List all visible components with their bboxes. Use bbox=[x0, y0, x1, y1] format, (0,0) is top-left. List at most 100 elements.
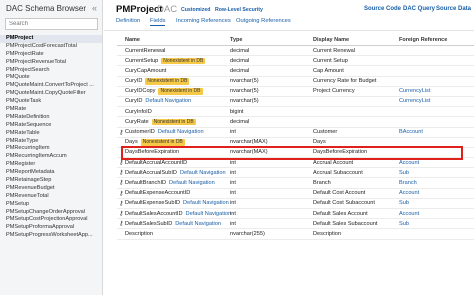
field-name-cell: CuryID Nonexistent in DB bbox=[125, 78, 190, 85]
tab-definition[interactable]: Definition bbox=[116, 18, 140, 24]
table-row[interactable]: Description nvarchar(255) Description bbox=[117, 229, 474, 240]
table-row[interactable]: ⚷ DefaultAccrualSubID Default Navigation in… bbox=[117, 168, 474, 179]
field-name: CuryID bbox=[125, 98, 143, 105]
default-navigation-link[interactable]: Default Navigation bbox=[169, 180, 215, 186]
table-row[interactable]: CurrentRenewal decimal Current Renewal bbox=[117, 46, 474, 57]
table-row[interactable]: CuryID Nonexistent in DB nvarchar(5) Curren… bbox=[117, 77, 474, 87]
sidebar-item[interactable]: PMSetup bbox=[0, 201, 102, 209]
field-name-cell: DefaultExpenseSubID Default Navigation bbox=[125, 200, 229, 206]
table-row[interactable]: ⚷ DefaultExpenseAccountID int Default Cost … bbox=[117, 189, 474, 199]
table-row[interactable]: CuryCapAmount decimal Cap Amount bbox=[117, 66, 474, 77]
foreign-reference-link[interactable]: Account bbox=[399, 160, 419, 166]
sidebar-item[interactable]: PMQuote bbox=[0, 74, 102, 82]
column-header-foreign-reference[interactable]: Foreign Reference bbox=[399, 37, 447, 43]
sidebar-item[interactable]: PMRevenueBudget bbox=[0, 185, 102, 193]
table-row[interactable]: CuryID Default Navigation nvarchar(5) Curre… bbox=[117, 97, 474, 108]
sidebar-item[interactable]: PMRateTable bbox=[0, 130, 102, 138]
nonexistent-badge: Nonexistent in DB bbox=[140, 139, 185, 146]
sidebar-item[interactable]: PMQuoteTask bbox=[0, 98, 102, 106]
foreign-reference-link[interactable]: Branch bbox=[399, 180, 417, 186]
sidebar-item[interactable]: PMRetainageStep bbox=[0, 177, 102, 185]
field-name: CurrentRenewal bbox=[125, 47, 166, 54]
display-name: Current Setup bbox=[313, 57, 348, 64]
table-row[interactable]: ⚷ CustomerID Default Navigation int Customer… bbox=[117, 128, 474, 138]
sidebar-item[interactable]: PMProjectSearch bbox=[0, 67, 102, 75]
table-row[interactable]: Days Nonexistent in DB nvarchar(MAX) Days bbox=[117, 138, 474, 148]
sidebar-item[interactable]: PMRateDefinition bbox=[0, 114, 102, 122]
row-level-security-badge[interactable]: Row-Level Security bbox=[215, 7, 263, 13]
sidebar-item[interactable]: PMProjectRate bbox=[0, 51, 102, 59]
sidebar-item[interactable]: PMSetupCostProjectionApproval bbox=[0, 216, 102, 224]
sidebar-item[interactable]: PMProject bbox=[0, 35, 102, 43]
source-code-link[interactable]: Source Code bbox=[364, 6, 401, 12]
sidebar-item[interactable]: PMRateSequence bbox=[0, 122, 102, 130]
field-name: DefaultAccrualSubID bbox=[125, 169, 177, 176]
sidebar-item[interactable]: PMQuoteMaint.CopyQuoteFilter bbox=[0, 90, 102, 98]
column-header-type[interactable]: Type bbox=[230, 37, 242, 43]
field-name-cell: CuryCapAmount bbox=[125, 68, 166, 74]
foreign-reference-link[interactable]: CurrencyList bbox=[399, 98, 430, 104]
table-row[interactable]: CuryRate Nonexistent in DB decimal bbox=[117, 117, 474, 128]
field-name-cell: DefaultAccrualAccountID bbox=[125, 160, 187, 166]
default-navigation-link[interactable]: Default Navigation bbox=[180, 170, 226, 176]
display-name: Currency Rate for Budget bbox=[313, 78, 377, 85]
table-row[interactable]: ⚷ DefaultSalesSubID Default Navigation int D… bbox=[117, 219, 474, 230]
field-name-cell: Description bbox=[125, 231, 153, 237]
sidebar-item[interactable]: PMRecurringItem bbox=[0, 145, 102, 153]
search-input[interactable] bbox=[5, 18, 98, 30]
foreign-reference-link[interactable]: Sub bbox=[399, 221, 409, 227]
column-header-display-name[interactable]: Display Name bbox=[313, 37, 349, 43]
sidebar-item[interactable]: PMRecurringItemAccum bbox=[0, 153, 102, 161]
sidebar-item[interactable]: PMRegister bbox=[0, 161, 102, 169]
table-row[interactable]: ⚷ DefaultSalesAccountID Default Navigation… bbox=[117, 209, 474, 220]
sidebar-item[interactable]: PMQuoteMaint.ConvertToProject ... bbox=[0, 82, 102, 90]
foreign-reference-link[interactable]: BAccount bbox=[399, 129, 423, 135]
field-name-cell: CuryID Default Navigation bbox=[125, 98, 191, 104]
foreign-reference-link[interactable]: Sub bbox=[399, 200, 409, 206]
display-name: Current Renewal bbox=[313, 47, 355, 54]
field-type: nvarchar(5) bbox=[230, 98, 259, 105]
tab-fields[interactable]: Fields bbox=[150, 18, 166, 26]
sidebar-item[interactable]: PMSetupProgressWorksheetApp... bbox=[0, 232, 102, 240]
sidebar-item[interactable]: PMSetupChangeOrderApproval bbox=[0, 209, 102, 217]
page-subtitle: DAC bbox=[157, 4, 178, 15]
table-row[interactable]: ⚷ DefaultAccrualAccountID int Accrual Accou… bbox=[117, 158, 474, 169]
field-type: decimal bbox=[230, 57, 250, 64]
table-row[interactable]: CuryInfoID bigint bbox=[117, 107, 474, 118]
table-row[interactable]: DaysBeforeExpiration nvarchar(MAX) DaysBef… bbox=[117, 148, 474, 159]
field-name: DefaultAccrualAccountID bbox=[125, 159, 188, 166]
default-navigation-link[interactable]: Default Navigation bbox=[158, 129, 204, 135]
default-navigation-link[interactable]: Default Navigation bbox=[183, 200, 229, 206]
default-navigation-link[interactable]: Default Navigation bbox=[175, 221, 221, 227]
foreign-reference-link[interactable]: Account bbox=[399, 190, 419, 196]
key-icon: ⚷ bbox=[119, 160, 124, 167]
tab-outgoing-references[interactable]: Outgoing References bbox=[236, 18, 291, 24]
table-row[interactable]: ⚷ DefaultBranchID Default Navigation int Bra… bbox=[117, 178, 474, 189]
default-navigation-link[interactable]: Default Navigation bbox=[145, 98, 191, 104]
foreign-reference-link[interactable]: Sub bbox=[399, 170, 409, 176]
sidebar-item[interactable]: PMRevenueTotal bbox=[0, 193, 102, 201]
default-navigation-link[interactable]: Default Navigation bbox=[186, 211, 232, 217]
table-row[interactable]: ⚷ DefaultExpenseSubID Default Navigation in… bbox=[117, 199, 474, 209]
sidebar-item[interactable]: PMProjectRevenueTotal bbox=[0, 59, 102, 67]
field-type: nvarchar(5) bbox=[230, 88, 259, 95]
tab-incoming-references[interactable]: Incoming References bbox=[176, 18, 231, 24]
source-data-link[interactable]: Source Data bbox=[436, 6, 471, 12]
field-type: nvarchar(MAX) bbox=[230, 149, 268, 156]
sidebar-item[interactable]: PMSetupProformaApproval bbox=[0, 224, 102, 232]
collapse-icon[interactable]: « bbox=[92, 3, 97, 13]
foreign-reference-link[interactable]: Account bbox=[399, 211, 419, 217]
foreign-reference-link[interactable]: CurrencyList bbox=[399, 88, 430, 94]
sidebar-item[interactable]: PMRateType bbox=[0, 138, 102, 146]
column-header-name[interactable]: Name bbox=[125, 37, 140, 43]
display-name: Project Currency bbox=[313, 88, 355, 95]
table-row[interactable]: CurrentSetup Nonexistent in DB decimal Curr… bbox=[117, 56, 474, 67]
field-type: nvarchar(MAX) bbox=[230, 139, 268, 146]
customized-badge[interactable]: Customized bbox=[181, 7, 210, 13]
field-name-cell: DefaultAccrualSubID Default Navigation bbox=[125, 170, 226, 176]
sidebar-item[interactable]: PMReportMetadata bbox=[0, 169, 102, 177]
sidebar-item[interactable]: PMRate bbox=[0, 106, 102, 114]
sidebar-item[interactable]: PMProjectCostForecastTotal bbox=[0, 43, 102, 51]
table-row[interactable]: CuryIDCopy Nonexistent in DB nvarchar(5) Pr… bbox=[117, 87, 474, 97]
dac-query-link[interactable]: DAC Query bbox=[403, 6, 435, 12]
